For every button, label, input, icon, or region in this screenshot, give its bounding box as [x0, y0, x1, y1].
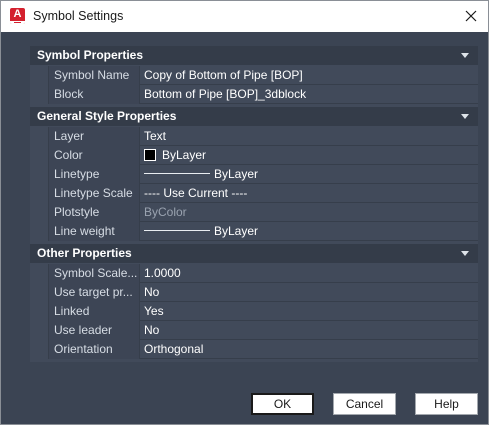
property-value-linked[interactable]: Yes: [140, 302, 478, 321]
section-title: Other Properties: [37, 246, 132, 260]
linetype-value-text: ByLayer: [214, 167, 259, 181]
property-label: Plotstyle: [48, 203, 140, 222]
lineweight-preview: [144, 230, 210, 231]
chevron-down-icon[interactable]: [461, 251, 469, 256]
property-label: Block: [48, 85, 140, 104]
property-row-orientation: Orientation Orthogonal: [30, 340, 478, 359]
property-row-linetype: Linetype ByLayer: [30, 165, 478, 184]
section-header-other-properties[interactable]: Other Properties: [30, 244, 478, 263]
property-value-color[interactable]: ByLayer: [140, 146, 478, 165]
close-icon: [465, 10, 477, 22]
property-value-linetype[interactable]: ByLayer: [140, 165, 478, 184]
property-value-linetype-scale[interactable]: ---- Use Current ----: [140, 184, 478, 203]
section-header-symbol-properties[interactable]: Symbol Properties: [30, 46, 478, 65]
property-value-plotstyle: ByColor: [144, 205, 187, 219]
property-value-use-target[interactable]: No: [140, 283, 478, 302]
property-row-symbol-name: Symbol Name Copy of Bottom of Pipe [BOP]: [30, 66, 478, 85]
window-title: Symbol Settings: [33, 9, 124, 23]
chevron-down-icon[interactable]: [461, 53, 469, 58]
section-title: Symbol Properties: [37, 48, 144, 62]
property-row-symbol-scale: Symbol Scale... 1.0000: [30, 264, 478, 283]
property-row-use-target: Use target pr... No: [30, 283, 478, 302]
property-label: Orientation: [48, 340, 140, 359]
property-row-linetype-scale: Linetype Scale ---- Use Current ----: [30, 184, 478, 203]
property-row-block: Block Bottom of Pipe [BOP]_3dblock: [30, 85, 478, 104]
property-value-symbol-name[interactable]: Copy of Bottom of Pipe [BOP]: [140, 66, 478, 85]
property-label: Symbol Scale...: [48, 264, 140, 283]
property-row-use-leader: Use leader No: [30, 321, 478, 340]
property-label: Layer: [48, 127, 140, 146]
property-label: Linked: [48, 302, 140, 321]
property-label: Color: [48, 146, 140, 165]
lineweight-value-text: ByLayer: [214, 224, 259, 238]
property-value-symbol-scale[interactable]: 1.0000: [140, 264, 478, 283]
property-value-orientation[interactable]: Orthogonal: [140, 340, 478, 359]
cancel-button[interactable]: Cancel: [333, 393, 396, 415]
property-row-line-weight: Line weight ByLayer: [30, 222, 478, 241]
chevron-down-icon[interactable]: [461, 114, 469, 119]
property-label: Symbol Name: [48, 66, 140, 85]
color-swatch: [144, 149, 156, 161]
property-label: Use leader: [48, 321, 140, 340]
property-label: Linetype: [48, 165, 140, 184]
app-icon-letter: A: [13, 8, 22, 20]
color-value-text: ByLayer: [162, 148, 207, 162]
property-row-color: Color ByLayer: [30, 146, 478, 165]
property-row-linked: Linked Yes: [30, 302, 478, 321]
property-value-use-leader[interactable]: No: [140, 321, 478, 340]
property-value-line-weight[interactable]: ByLayer: [140, 222, 478, 241]
section-header-general-style-properties[interactable]: General Style Properties: [30, 107, 478, 126]
property-value-layer[interactable]: Text: [140, 127, 478, 146]
autocad-app-icon: A: [10, 8, 25, 24]
title-bar: A Symbol Settings: [1, 1, 488, 32]
ok-button[interactable]: OK: [251, 393, 314, 415]
property-row-layer: Layer Text: [30, 127, 478, 146]
property-value-block[interactable]: Bottom of Pipe [BOP]_3dblock: [140, 85, 478, 104]
property-row-plotstyle: Plotstyle ByColor: [30, 203, 478, 222]
property-label: Use target pr...: [48, 283, 140, 302]
symbol-settings-dialog: A Symbol Settings Symbol Properties Symb…: [0, 0, 489, 425]
property-label: Linetype Scale: [48, 184, 140, 203]
property-grid: Symbol Properties Symbol Name Copy of Bo…: [30, 46, 478, 362]
section-title: General Style Properties: [37, 109, 177, 123]
close-button[interactable]: [458, 4, 484, 28]
linetype-preview: [144, 173, 210, 174]
help-button[interactable]: Help: [415, 393, 478, 415]
property-label: Line weight: [48, 222, 140, 241]
